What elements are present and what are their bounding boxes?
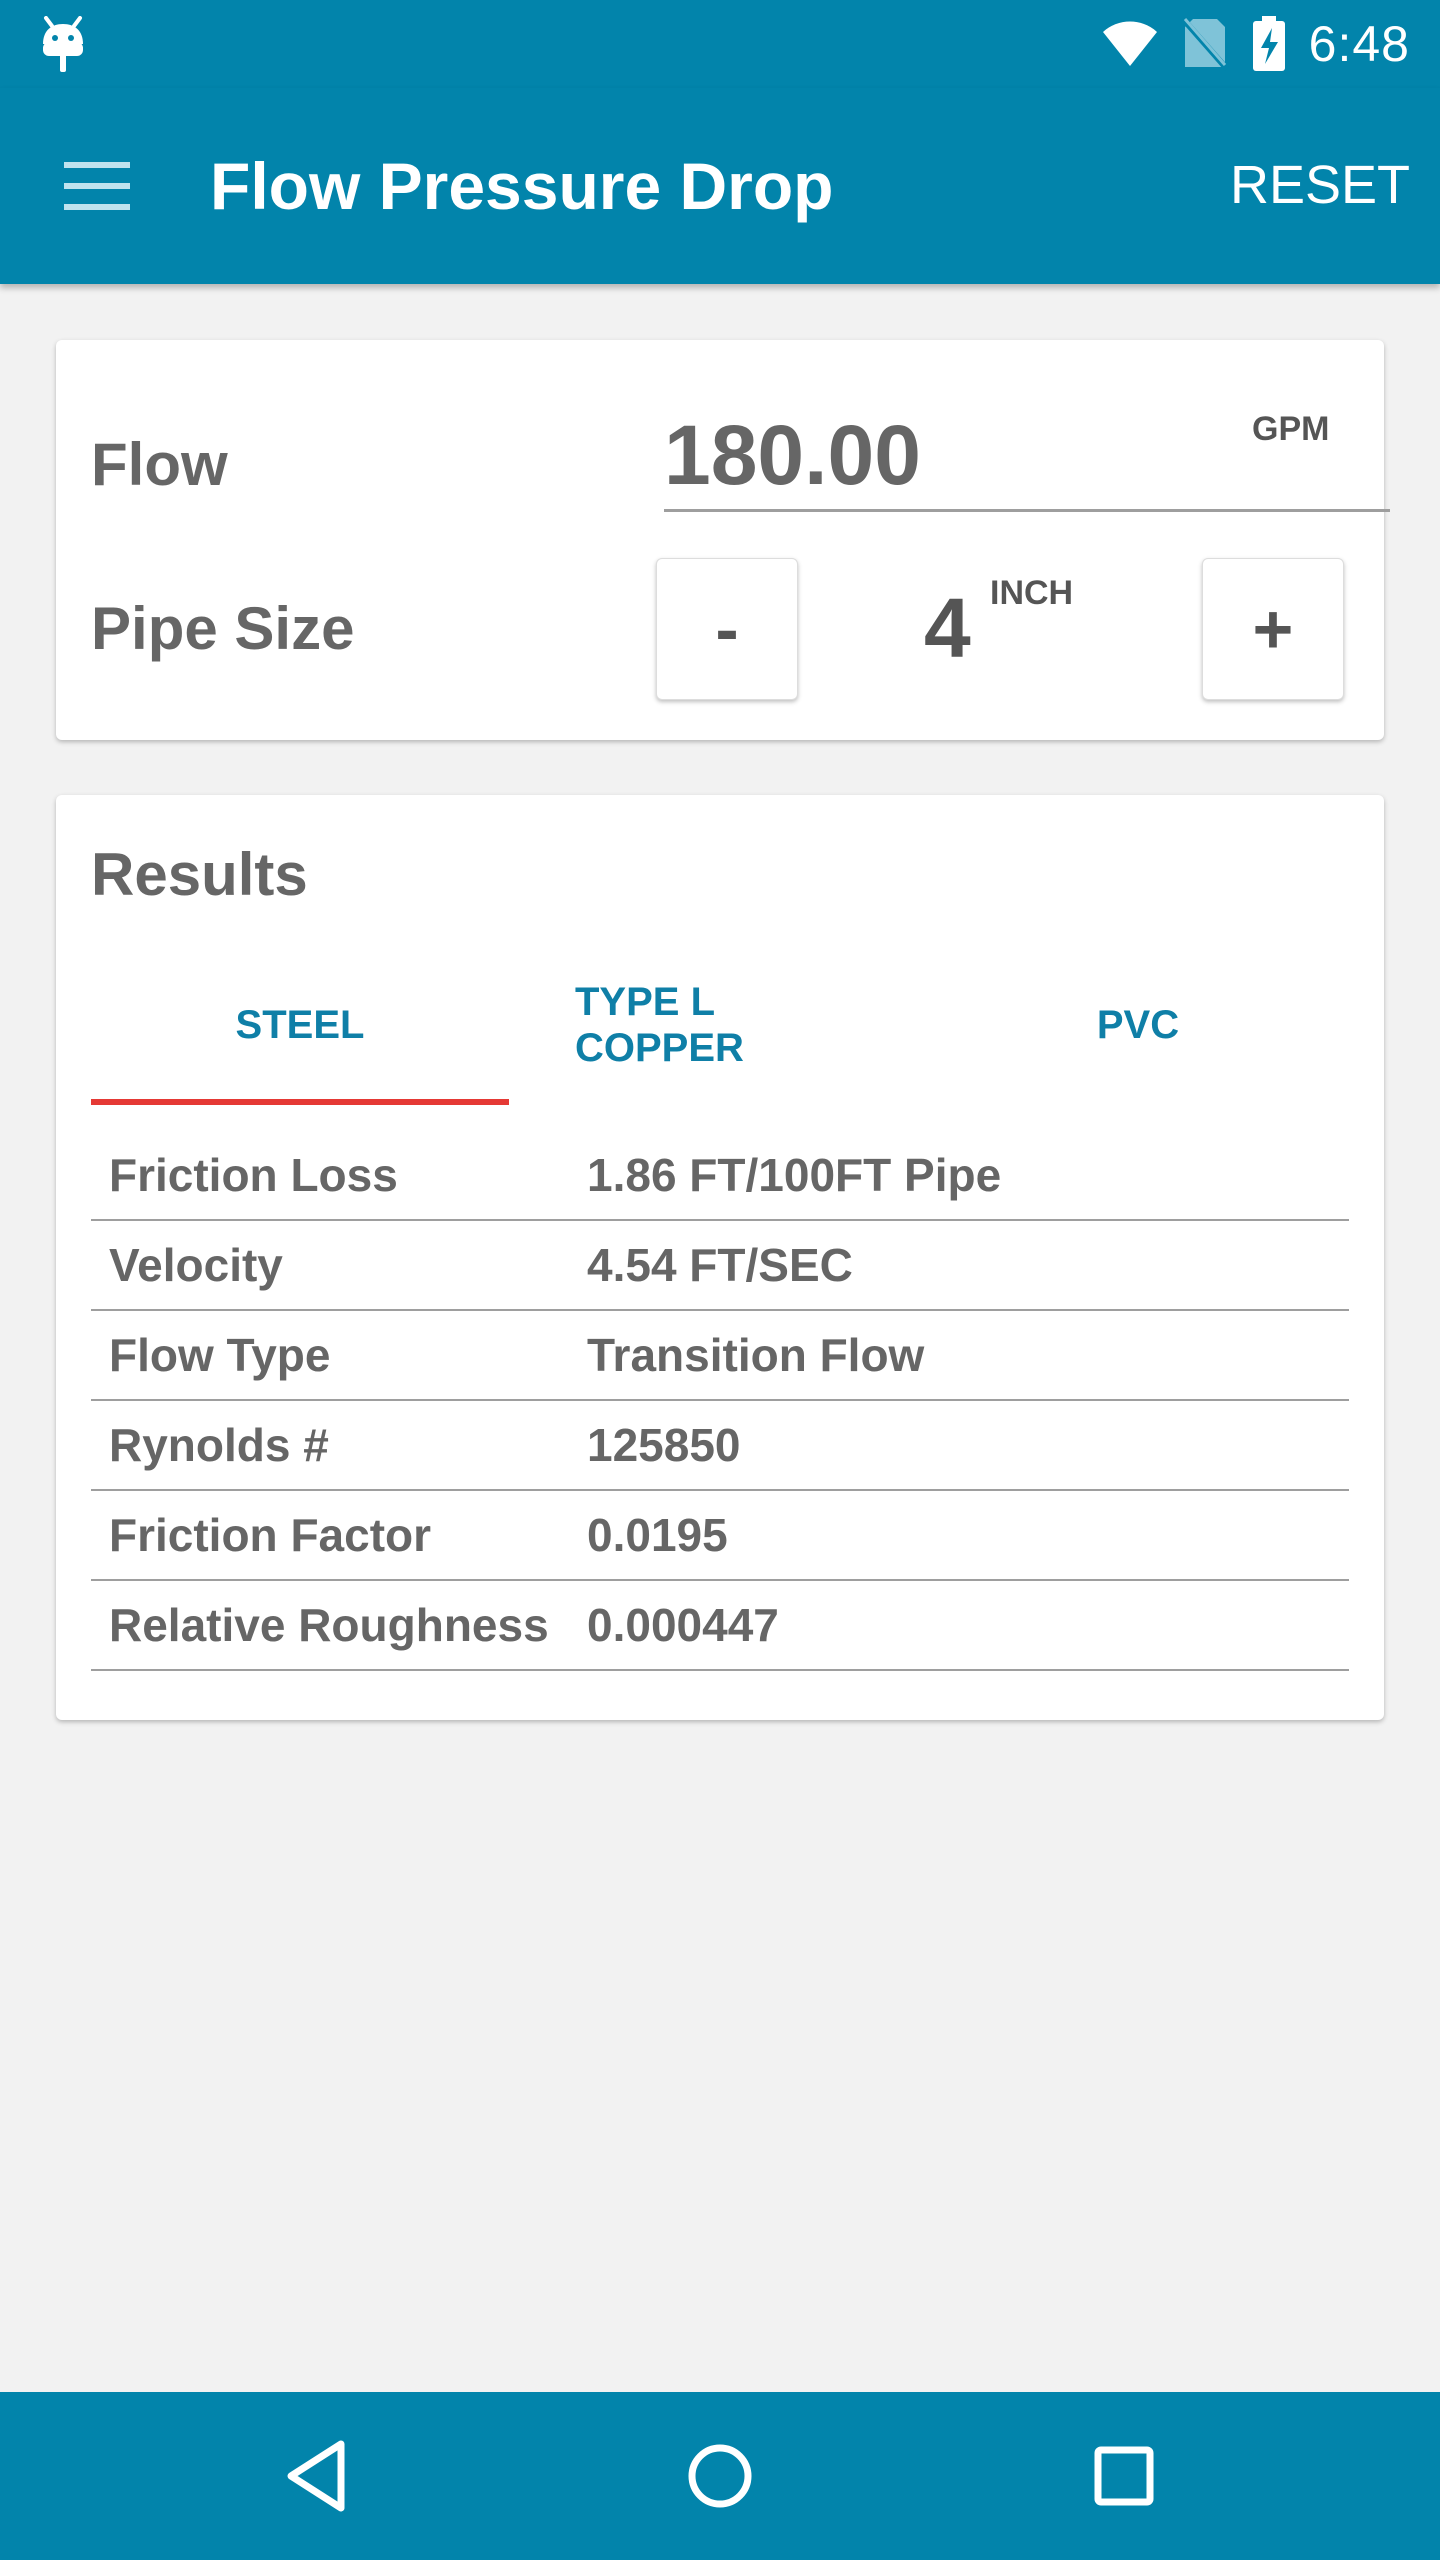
row-label: Relative Roughness bbox=[91, 1580, 587, 1671]
pipe-size-value: 4 bbox=[924, 581, 971, 675]
status-time: 6:48 bbox=[1308, 16, 1410, 72]
recents-icon bbox=[1094, 2446, 1154, 2506]
decrement-pipe-size-button[interactable]: - bbox=[656, 558, 798, 700]
home-icon bbox=[688, 2444, 752, 2508]
results-card: Results STEEL TYPE L COPPER PVC Friction… bbox=[56, 795, 1384, 1720]
row-value: 0.0195 bbox=[587, 1490, 1349, 1581]
flow-label: Flow bbox=[91, 431, 228, 498]
row-value: 4.54 FT/SEC bbox=[587, 1220, 1349, 1311]
results-title: Results bbox=[91, 841, 308, 908]
table-row: Flow Type Transition Flow bbox=[91, 1310, 1349, 1401]
status-icons: 6:48 bbox=[1101, 0, 1410, 88]
hamburger-menu-icon[interactable] bbox=[64, 160, 130, 212]
row-label: Velocity bbox=[91, 1220, 587, 1311]
back-icon bbox=[287, 2440, 345, 2512]
tab-indicator bbox=[91, 1099, 509, 1105]
input-card: Flow GPM Pipe Size - 4 INCH + bbox=[56, 340, 1390, 740]
page-title: Flow Pressure Drop bbox=[210, 149, 834, 223]
recents-button[interactable] bbox=[1074, 2426, 1174, 2526]
table-row: Friction Factor 0.0195 bbox=[91, 1490, 1349, 1581]
tab-type-l-copper[interactable]: TYPE L COPPER bbox=[509, 945, 927, 1105]
battery-charging-icon bbox=[1252, 16, 1285, 71]
pipe-size-label: Pipe Size bbox=[91, 595, 355, 662]
row-value: 0.000447 bbox=[587, 1580, 1349, 1671]
table-row: Friction Loss 1.86 FT/100FT Pipe bbox=[91, 1130, 1349, 1221]
reset-button[interactable]: RESET bbox=[1230, 150, 1410, 220]
row-label: Friction Factor bbox=[91, 1490, 587, 1581]
flow-unit: GPM bbox=[1252, 410, 1330, 448]
system-nav-bar bbox=[0, 2392, 1440, 2560]
material-tabs: STEEL TYPE L COPPER PVC bbox=[91, 945, 1349, 1105]
pipe-size-unit: INCH bbox=[990, 574, 1074, 612]
row-value: 125850 bbox=[587, 1400, 1349, 1491]
table-row: Relative Roughness 0.000447 bbox=[91, 1580, 1349, 1671]
tab-steel[interactable]: STEEL bbox=[91, 945, 509, 1105]
results-table: Friction Loss 1.86 FT/100FT Pipe Velocit… bbox=[91, 1130, 1349, 1671]
row-value: 1.86 FT/100FT Pipe bbox=[587, 1130, 1349, 1221]
wifi-icon bbox=[1102, 21, 1157, 66]
no-sim-icon bbox=[1180, 17, 1229, 71]
increment-pipe-size-button[interactable]: + bbox=[1202, 558, 1344, 700]
status-bar: 6:48 bbox=[0, 0, 1440, 88]
app-bar: Flow Pressure Drop RESET bbox=[0, 88, 1440, 284]
table-row: Velocity 4.54 FT/SEC bbox=[91, 1220, 1349, 1311]
table-row: Rynolds # 125850 bbox=[91, 1400, 1349, 1491]
row-label: Flow Type bbox=[91, 1310, 587, 1401]
android-debug-icon bbox=[43, 16, 83, 72]
row-label: Friction Loss bbox=[91, 1130, 587, 1221]
row-label: Rynolds # bbox=[91, 1400, 587, 1491]
tab-pvc[interactable]: PVC bbox=[927, 945, 1349, 1105]
row-value: Transition Flow bbox=[587, 1310, 1349, 1401]
back-button[interactable] bbox=[266, 2426, 366, 2526]
home-button[interactable] bbox=[670, 2426, 770, 2526]
